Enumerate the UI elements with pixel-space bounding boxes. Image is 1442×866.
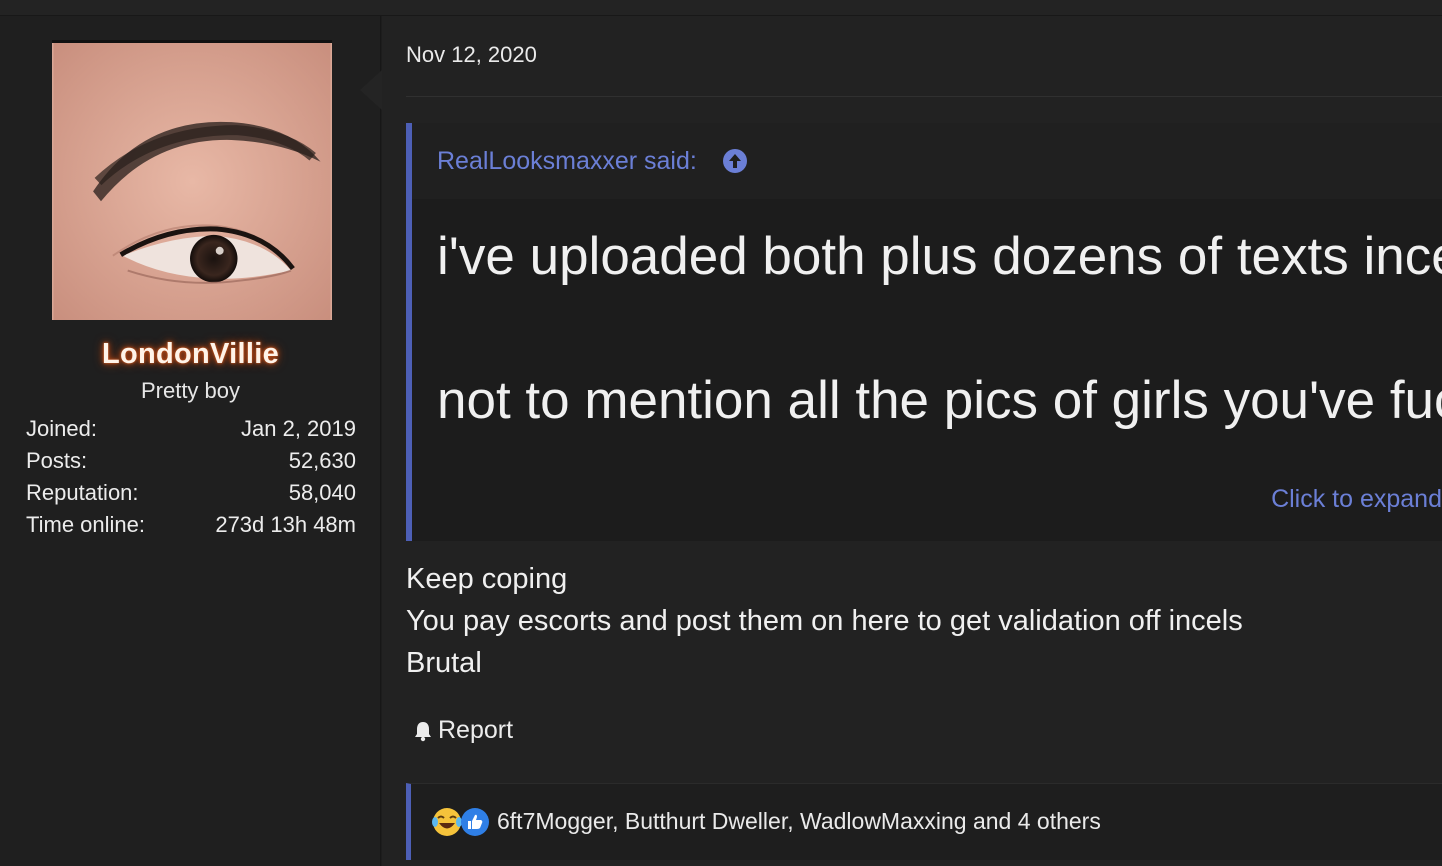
laughing-crying-icon xyxy=(432,808,462,836)
thumbs-up-icon xyxy=(461,808,489,836)
reactions-bar[interactable]: 6ft7Mogger, Butthurt Dweller, WadlowMaxx… xyxy=(406,783,1442,860)
stat-label: Time online: xyxy=(26,512,146,537)
reactions-text[interactable]: 6ft7Mogger, Butthurt Dweller, WadlowMaxx… xyxy=(497,808,1101,835)
quote-text-line: i've uploaded both plus dozens of texts … xyxy=(437,227,1442,286)
click-to-expand-link[interactable]: Click to expand xyxy=(1271,485,1442,514)
quote-author-link[interactable]: RealLooksmaxxer said: xyxy=(437,147,697,176)
stat-value: 273d 13h 48m xyxy=(215,512,356,537)
stat-value: Jan 2, 2019 xyxy=(241,416,356,441)
bell-icon xyxy=(415,721,431,741)
stat-label: Reputation: xyxy=(26,480,139,505)
stat-value: 58,040 xyxy=(288,480,356,505)
user-stats: Joined: Jan 2, 2019 Posts: 52,630 Reputa… xyxy=(26,416,356,544)
avatar-image xyxy=(53,43,331,320)
username[interactable]: LondonVillie xyxy=(0,338,381,371)
post-arrow xyxy=(360,70,382,110)
avatar[interactable] xyxy=(52,40,332,320)
top-bar xyxy=(0,0,1442,16)
stat-value: 52,630 xyxy=(288,448,356,473)
quote-body: i've uploaded both plus dozens of texts … xyxy=(437,227,1442,431)
report-label: Report xyxy=(438,716,514,744)
divider xyxy=(406,96,1442,97)
stat-label: Joined: xyxy=(26,416,97,441)
stat-posts: Posts: 52,630 xyxy=(26,448,356,480)
post-main: Nov 12, 2020 RealLooksmaxxer said: i've … xyxy=(382,16,1442,866)
user-sidebar: LondonVillie Pretty boy Joined: Jan 2, 2… xyxy=(0,16,381,866)
quote-header: RealLooksmaxxer said: xyxy=(412,123,1442,199)
post-text-line: You pay escorts and post them on here to… xyxy=(406,605,1243,637)
stat-joined: Joined: Jan 2, 2019 xyxy=(26,416,356,448)
user-title: Pretty boy xyxy=(140,378,241,403)
post-text-line: Brutal xyxy=(406,647,482,679)
quote-text-line: not to mention all the pics of girls you… xyxy=(437,371,1442,430)
post-body: Keep coping You pay escorts and post the… xyxy=(406,558,1243,684)
post-text-line: Keep coping xyxy=(406,563,568,595)
reaction-icons xyxy=(432,808,489,836)
quote-block: RealLooksmaxxer said: i've uploaded both… xyxy=(406,123,1442,541)
arrow-up-circle-icon[interactable] xyxy=(722,148,748,174)
post-date[interactable]: Nov 12, 2020 xyxy=(406,42,537,68)
stat-time-online: Time online: 273d 13h 48m xyxy=(26,512,356,544)
stat-label: Posts: xyxy=(26,448,88,473)
stat-reputation: Reputation: 58,040 xyxy=(26,480,356,512)
report-button[interactable]: Report xyxy=(412,716,513,745)
